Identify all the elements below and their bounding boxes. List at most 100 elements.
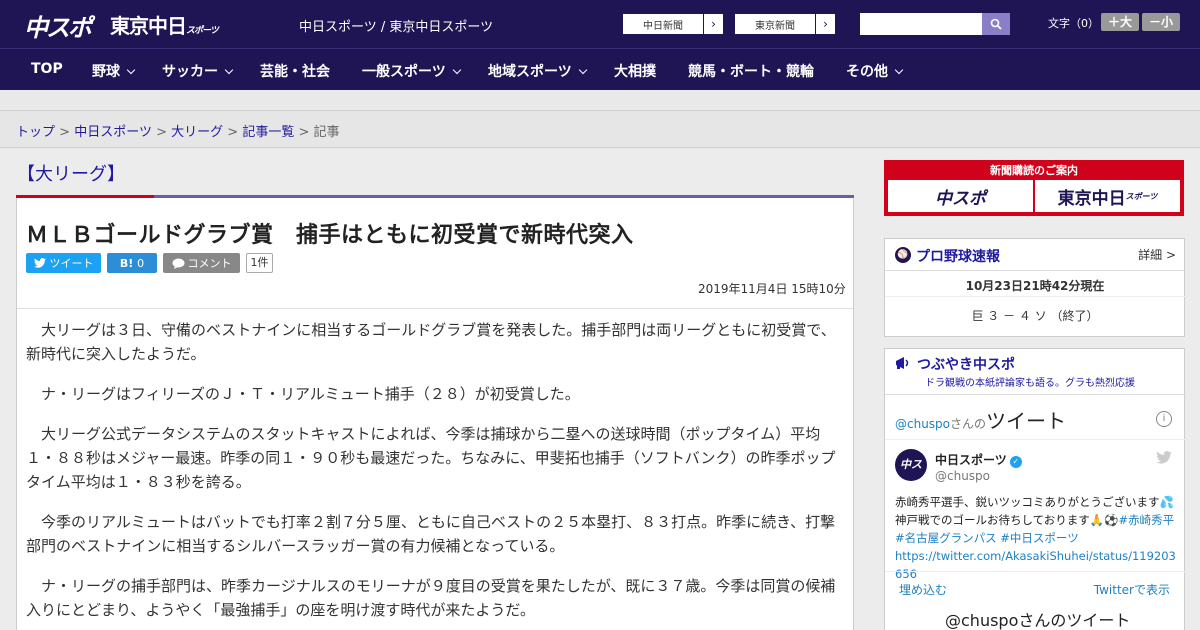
info-icon[interactable]: i: [1156, 411, 1172, 427]
font-size-label: 文字（0）: [1048, 17, 1099, 30]
verified-badge-icon: ✓: [1009, 456, 1022, 468]
promo-tokyo-chunichi[interactable]: 東京中日 スポーツ: [1035, 180, 1180, 212]
chevron-down-icon: [578, 65, 587, 75]
avatar[interactable]: 中スポ: [895, 449, 927, 503]
tweets-by-title: @chuspoさんのツイート: [895, 405, 1066, 434]
tokyo-logo-text: 東京中日: [110, 14, 187, 38]
nav-top[interactable]: TOP: [31, 61, 63, 77]
chevron-right-icon: ›: [815, 14, 835, 34]
promo-tokyo-small: スポーツ: [1125, 191, 1158, 201]
breadcrumb-top[interactable]: トップ: [16, 125, 55, 140]
breadcrumb-mlb[interactable]: 大リーグ: [171, 125, 223, 140]
search-button[interactable]: [982, 13, 1010, 35]
chevron-down-icon: [894, 65, 904, 75]
twitter-bird-icon[interactable]: [1156, 451, 1172, 468]
hatena-icon: B!: [119, 256, 134, 270]
chuspo-logo[interactable]: 中スポ: [24, 8, 92, 43]
chevron-down-icon: [452, 65, 461, 75]
twitter-card-subtitle: ドラ観戦の本紙評論家も語る。グラも熱烈応援: [925, 378, 1135, 389]
baseball-icon: ⚾: [895, 247, 911, 263]
article-headline: ＭＬＢゴールドグラブ賞 捕手はともに初受賞で新時代突入: [26, 223, 634, 248]
tweet-author-name-text: 中日スポーツ: [935, 453, 1007, 467]
score-timestamp: 10月23日21時42分現在: [965, 279, 1105, 293]
breadcrumb-sep: >: [227, 125, 239, 140]
top-header: 中スポ 東京中日スポーツ 中日スポーツ / 東京中日スポーツ 中日新聞 › 東京…: [0, 0, 1200, 48]
tweets-by-suffix: さんの: [950, 417, 987, 431]
nav-local-sports-label: 地域スポーツ: [488, 64, 572, 80]
breadcrumb-current: 記事: [313, 125, 340, 140]
tokyo-shinbun-link[interactable]: 東京新聞 ›: [734, 13, 836, 35]
tokyo-logo-small: スポーツ: [186, 26, 219, 36]
article-paragraph: ナ・リーグはフィリーズのＪ・Ｔ・リアルミュート捕手（２８）が初受賞した。: [41, 385, 580, 403]
tweet-url[interactable]: https://twitter.com/AkasakiShuhei/status…: [895, 549, 1176, 581]
promo-title: 新聞購読のご案内: [990, 164, 1078, 177]
comment-count[interactable]: 1件: [246, 253, 273, 273]
site-title: 中日スポーツ / 東京中日スポーツ: [299, 20, 494, 35]
subscription-banner[interactable]: 新聞購読のご案内 中スポ 東京中日 スポーツ: [884, 160, 1184, 216]
tokyo-shinbun-label: 東京新聞: [755, 20, 795, 32]
view-on-twitter-link[interactable]: Twitterで表示: [1094, 581, 1170, 598]
score-line[interactable]: 巨 ３ － ４ ソ （終了）: [885, 307, 1185, 324]
speech-bubble-icon: [172, 258, 184, 269]
tweet-divider: [885, 439, 1185, 440]
score-card-title: プロ野球速報: [916, 249, 1000, 265]
comment-label: コメント: [187, 257, 232, 270]
font-smaller-button[interactable]: －小: [1142, 13, 1180, 31]
tweet-author-handle[interactable]: @chuspo: [935, 469, 990, 483]
promo-tokyo-text: 東京中日: [1057, 188, 1126, 209]
more-tweets-heading: @chuspoさんのツイート: [945, 611, 1131, 630]
promo-chuspo[interactable]: 中スポ: [888, 180, 1033, 212]
nav-top-label: TOP: [31, 61, 63, 77]
nav-racing-label: 競馬・ボート・競輪: [688, 64, 814, 80]
article-body: 大リーグは３日、守備のベストナインに相当するゴールドグラブ賞を発表した。捕手部門…: [26, 318, 846, 630]
comment-button[interactable]: コメント: [163, 253, 240, 273]
twitter-card-title: つぶやき中スポ: [917, 357, 1015, 373]
tweet-text: 赤崎秀平選手、鋭いツッコミありがとうございます💦神戸戦でのゴールお待ちしておりま…: [895, 493, 1177, 583]
nav-baseball[interactable]: 野球: [92, 61, 136, 81]
score-detail-link[interactable]: 詳細 >: [1138, 246, 1176, 263]
tweets-by-handle[interactable]: @chuspo: [895, 417, 950, 431]
breadcrumb-article-list[interactable]: 記事一覧: [242, 125, 294, 140]
article-paragraph: 今季のリアルミュートはバットでも打率２割７分５厘、ともに自己ベストの２５本塁打、…: [26, 513, 836, 555]
nav-other[interactable]: その他: [846, 61, 904, 81]
nav-other-label: その他: [846, 64, 888, 80]
article-paragraph: 大リーグは３日、守備のベストナインに相当するゴールドグラブ賞を発表した。捕手部門…: [26, 321, 836, 363]
nav-sumo[interactable]: 大相撲: [614, 61, 656, 81]
tweet-footer-divider: [885, 571, 1185, 572]
article-paragraph: ナ・リーグの捕手部門は、昨季カージナルスのモリーナが９度目の受賞を果たしたが、既…: [26, 577, 836, 619]
chunichi-shinbun-label: 中日新聞: [643, 20, 683, 32]
score-card-header: ⚾ プロ野球速報 詳細 >: [885, 239, 1184, 271]
tweet-author-name[interactable]: 中日スポーツ ✓: [935, 451, 1022, 468]
nav-racing[interactable]: 競馬・ボート・競輪: [688, 61, 814, 81]
nav-entertainment[interactable]: 芸能・社会: [260, 61, 330, 81]
breadcrumb: トップ > 中日スポーツ > 大リーグ > 記事一覧 > 記事: [16, 121, 340, 140]
tokyo-chunichi-logo[interactable]: 東京中日スポーツ: [110, 10, 219, 39]
breadcrumb-sep: >: [59, 125, 71, 140]
nav-entertainment-label: 芸能・社会: [260, 64, 330, 80]
chevron-down-icon: [224, 65, 234, 75]
hatena-bookmark-button[interactable]: B! 0: [107, 253, 157, 273]
article-paragraph: 大リーグ公式データシステムのスタットキャストによれば、今季は捕球から二塁への送球…: [26, 425, 836, 491]
nav-soccer[interactable]: サッカー: [162, 61, 234, 81]
breadcrumb-sep: >: [298, 125, 310, 140]
nav-general-sports[interactable]: 一般スポーツ: [362, 61, 461, 81]
nav-local-sports[interactable]: 地域スポーツ: [488, 61, 587, 81]
tweet-label: ツイート: [49, 257, 94, 270]
search-icon: [990, 18, 1002, 30]
chunichi-shinbun-link[interactable]: 中日新聞 ›: [622, 13, 724, 35]
embed-link[interactable]: 埋め込む: [899, 581, 947, 598]
nav-soccer-label: サッカー: [162, 64, 218, 80]
twitter-card-header: つぶやき中スポ ドラ観戦の本紙評論家も語る。グラも熱烈応援: [885, 349, 1185, 395]
tweets-by-word: ツイート: [986, 409, 1067, 433]
nav-baseball-label: 野球: [92, 64, 120, 80]
tweet-button[interactable]: ツイート: [26, 253, 101, 273]
score-divider: [885, 296, 1185, 297]
nav-general-sports-label: 一般スポーツ: [362, 64, 446, 80]
breadcrumb-chunichi-sports[interactable]: 中日スポーツ: [74, 125, 152, 140]
nav-sumo-label: 大相撲: [614, 64, 656, 80]
font-bigger-button[interactable]: ＋大: [1101, 13, 1139, 31]
category-underline-accent: [16, 195, 154, 198]
baseball-score-card: ⚾ プロ野球速報 詳細 > 10月23日21時42分現在 巨 ３ － ４ ソ （…: [884, 238, 1185, 337]
hatena-count: 0: [137, 256, 145, 270]
main-nav: TOP 野球 サッカー 芸能・社会 一般スポーツ 地域スポーツ 大相撲 競馬・ボ…: [0, 48, 1200, 90]
